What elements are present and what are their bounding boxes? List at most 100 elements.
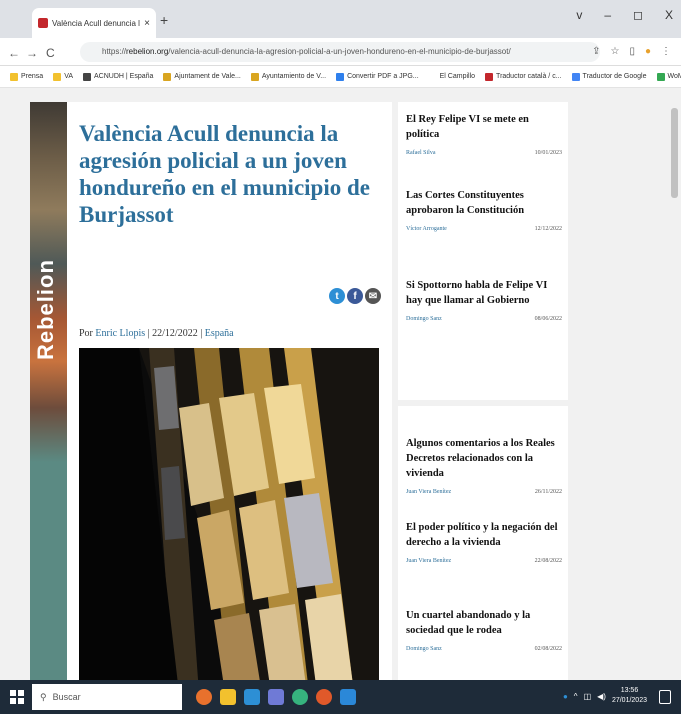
chrome-icon[interactable] bbox=[196, 689, 212, 705]
bookmark-label: Ayuntamiento de V... bbox=[261, 73, 327, 80]
tab-title: València Acull denuncia la agresi bbox=[52, 18, 140, 28]
bookmark-icon bbox=[53, 72, 62, 81]
sidebar-article[interactable]: El poder político y la negación del dere… bbox=[406, 520, 562, 564]
browser-tab[interactable]: València Acull denuncia la agresi × bbox=[32, 8, 156, 38]
bookmark-label: El Campillo bbox=[439, 73, 476, 80]
bookmark-icon bbox=[83, 72, 92, 81]
sidebar-article[interactable]: El Rey Felipe VI se mete en política Rafa… bbox=[406, 112, 562, 156]
bookmark-item[interactable]: El Campillo bbox=[428, 72, 476, 81]
sidebar-article-title[interactable]: Algunos comentarios a los Reales Decreto… bbox=[406, 436, 562, 481]
article-photo bbox=[79, 348, 379, 680]
sidebar-article-author[interactable]: Víctor Arrogante bbox=[406, 226, 447, 232]
site-logo[interactable]: Rebelion bbox=[33, 110, 63, 360]
bookmark-item[interactable]: VA bbox=[53, 72, 74, 81]
share-icon[interactable]: ⇪ bbox=[592, 46, 600, 57]
sidebar-article-author[interactable]: Juan Viera Benítez bbox=[406, 489, 451, 495]
sidebar-article[interactable]: Algunos comentarios a los Reales Decreto… bbox=[406, 436, 562, 495]
bookmark-label: Traductor català / c... bbox=[496, 73, 562, 80]
windows-start-icon[interactable] bbox=[10, 690, 24, 704]
firefox-icon[interactable] bbox=[316, 689, 332, 705]
extension-icon[interactable]: ● bbox=[645, 46, 651, 57]
bookmark-label: Convertir PDF a JPG... bbox=[347, 73, 419, 80]
share-buttons: t f ✉ bbox=[329, 288, 381, 304]
bookmark-icon bbox=[10, 72, 18, 81]
sidebar-article-date: 02/08/2022 bbox=[534, 646, 562, 652]
taskbar-search[interactable]: ⚲ Buscar bbox=[32, 684, 182, 710]
sidebar-article-author[interactable]: Juan Viera Benítez bbox=[406, 558, 451, 564]
bookmark-item[interactable]: Convertir PDF a JPG... bbox=[336, 72, 419, 81]
sidebar-article-title[interactable]: El poder político y la negación del dere… bbox=[406, 520, 562, 550]
teams-icon[interactable] bbox=[268, 689, 284, 705]
article-main: València Acull denuncia la agresión poli… bbox=[67, 102, 392, 680]
sidebar-article-author[interactable]: Rafael Silva bbox=[406, 150, 436, 156]
bookmarks-bar: Prensa VA ACNUDH | España Ajuntament de Val… bbox=[0, 66, 681, 88]
app-icon[interactable] bbox=[292, 689, 308, 705]
bookmark-label: Prensa bbox=[21, 73, 44, 80]
favicon-icon bbox=[38, 18, 48, 28]
forward-arrow-icon[interactable]: → bbox=[26, 46, 38, 60]
bookmark-icon bbox=[163, 72, 172, 81]
sidebar-article-title[interactable]: Un cuartel abandonado y la sociedad que … bbox=[406, 608, 562, 638]
sidebar-article-date: 26/11/2022 bbox=[534, 489, 562, 495]
volume-icon[interactable]: ◀) bbox=[597, 692, 606, 701]
article-headline: València Acull denuncia la agresión poli… bbox=[79, 121, 370, 227]
sidebar-article-title[interactable]: Si Spottorno habla de Felipe VI hay que … bbox=[406, 278, 562, 308]
close-window-button[interactable]: X bbox=[665, 8, 673, 22]
sidebar-article[interactable]: Un cuartel abandonado y la sociedad que … bbox=[406, 608, 562, 652]
sidebar-article[interactable]: Si Spottorno habla de Felipe VI hay que … bbox=[406, 278, 562, 322]
donation-banner[interactable]: POR UNA INFORMACIÓN SIN OBEDIENCIAS PARA… bbox=[406, 348, 562, 370]
bookmark-item[interactable]: Traductor català / c... bbox=[485, 72, 562, 81]
tab-close-button[interactable]: × bbox=[144, 18, 150, 29]
bookmark-label: VA bbox=[64, 73, 74, 80]
bookmark-item[interactable]: Ajuntament de Vale... bbox=[163, 72, 241, 81]
minimize-button[interactable]: – bbox=[604, 8, 611, 22]
page-scrollbar[interactable] bbox=[668, 88, 681, 680]
sidebar-article-author[interactable]: Domingo Sanz bbox=[406, 646, 442, 652]
address-bar-icons: ⇪ ☆ ▯ ● ⋮ bbox=[592, 46, 671, 57]
window-controls: v – ◻ X bbox=[576, 8, 673, 22]
related-articles-sidebar: El Rey Felipe VI se mete en política Rafa… bbox=[398, 102, 568, 680]
tab-search-button[interactable]: v bbox=[576, 8, 582, 22]
file-explorer-icon[interactable] bbox=[220, 689, 236, 705]
bookmark-icon bbox=[571, 72, 580, 81]
sidebar-article[interactable]: Las Cortes Constituyentes aprobaron la C… bbox=[406, 188, 562, 232]
sidebar-article-title[interactable]: El Rey Felipe VI se mete en política bbox=[406, 112, 562, 142]
facebook-icon[interactable]: f bbox=[347, 288, 363, 304]
web-page: Rebelion València Acull denuncia la agre… bbox=[0, 88, 668, 680]
article-byline: Por Enric Llopis | 22/12/2022 | España bbox=[79, 328, 234, 339]
search-icon: ⚲ bbox=[40, 691, 47, 702]
back-arrow-icon[interactable]: ← bbox=[8, 46, 20, 60]
bookmark-item[interactable]: WoMet bbox=[656, 72, 681, 81]
word-icon[interactable] bbox=[340, 689, 356, 705]
email-icon[interactable]: ✉ bbox=[365, 288, 381, 304]
star-icon[interactable]: ☆ bbox=[610, 46, 619, 57]
system-tray: ● ^ ◫ ◀) 13:56 27/01/2023 bbox=[563, 686, 647, 706]
maximize-button[interactable]: ◻ bbox=[633, 8, 643, 22]
store-icon[interactable] bbox=[244, 689, 260, 705]
bookmark-item[interactable]: ACNUDH | España bbox=[83, 72, 153, 81]
bookmark-item[interactable]: Prensa bbox=[10, 72, 44, 81]
url-input[interactable]: https://rebelion.org/valencia-acull-denu… bbox=[80, 42, 600, 62]
bookmark-icon bbox=[656, 72, 665, 81]
sidebar-icon[interactable]: ▯ bbox=[629, 46, 635, 57]
chevron-up-icon[interactable]: ^ bbox=[574, 692, 578, 701]
twitter-icon[interactable]: t bbox=[329, 288, 345, 304]
clock[interactable]: 13:56 27/01/2023 bbox=[612, 686, 647, 706]
bookmark-item[interactable]: Traductor de Google bbox=[571, 72, 647, 81]
menu-icon[interactable]: ⋮ bbox=[661, 46, 671, 57]
article-date: 22/12/2022 bbox=[152, 328, 198, 339]
sidebar-article-title[interactable]: Las Cortes Constituyentes aprobaron la C… bbox=[406, 188, 562, 218]
section-link[interactable]: España bbox=[205, 328, 234, 339]
network-icon[interactable]: ◫ bbox=[584, 692, 592, 701]
address-bar-row: ← → C 🔒 https://rebelion.org/valencia-ac… bbox=[0, 38, 681, 66]
weather-icon[interactable]: ● bbox=[563, 692, 568, 701]
reload-icon[interactable]: C bbox=[46, 46, 55, 60]
scrollbar-thumb[interactable] bbox=[671, 108, 678, 198]
bookmark-item[interactable]: Ayuntamiento de V... bbox=[250, 72, 327, 81]
sidebar-article-author[interactable]: Domingo Sanz bbox=[406, 316, 442, 322]
notifications-icon[interactable] bbox=[659, 690, 671, 704]
sidebar-article-date: 08/06/2022 bbox=[534, 316, 562, 322]
author-link[interactable]: Enric Llopis bbox=[95, 328, 145, 339]
new-tab-button[interactable]: + bbox=[160, 12, 168, 28]
windows-taskbar: ⚲ Buscar ● ^ ◫ ◀) 13:56 27/01/2023 bbox=[0, 680, 681, 714]
